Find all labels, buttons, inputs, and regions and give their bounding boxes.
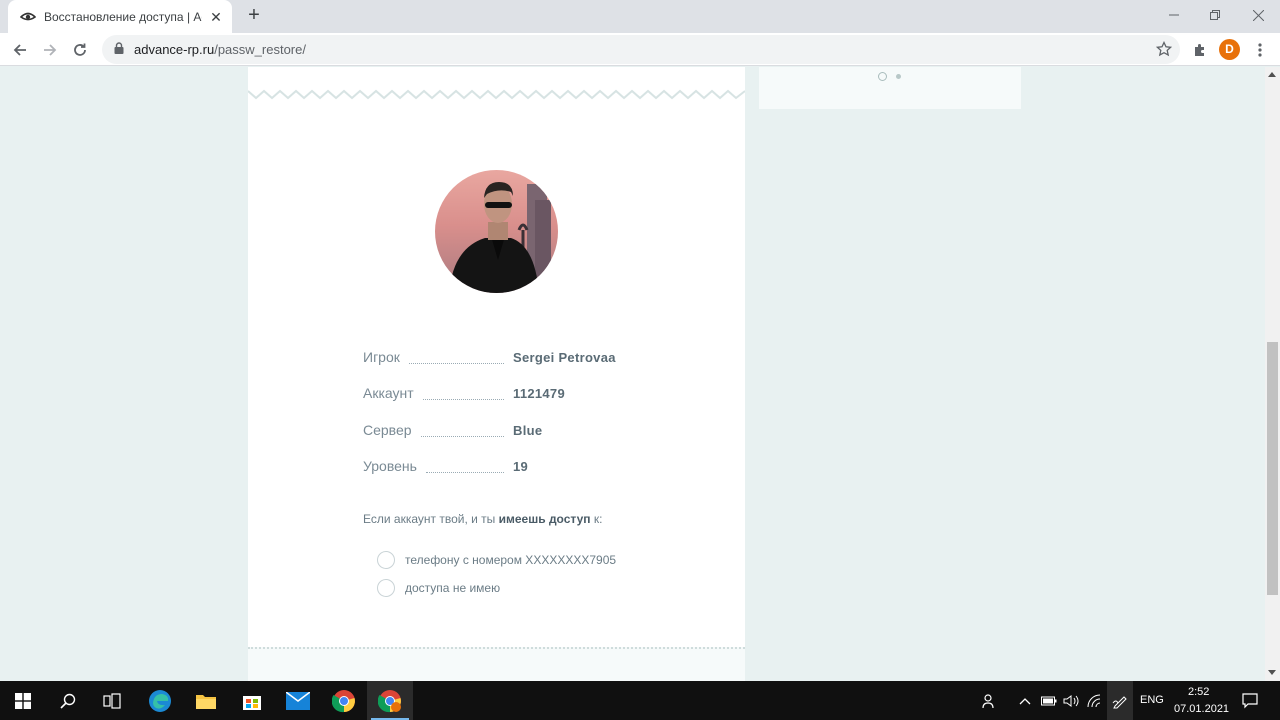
- clock-time[interactable]: 2:52: [1188, 686, 1209, 698]
- restore-window-icon[interactable]: [1193, 0, 1237, 30]
- windows-taskbar: ENG 2:52 07.01.2021: [0, 681, 1280, 720]
- option-phone-label: телефону с номером XXXXXXXX7905: [405, 553, 617, 567]
- microsoft-store-icon[interactable]: [229, 681, 275, 720]
- new-tab-button[interactable]: +: [242, 4, 266, 28]
- forward-arrow-icon[interactable]: [36, 36, 64, 64]
- scroll-up-arrow-icon[interactable]: [1268, 72, 1276, 77]
- chrome-profile-active-icon[interactable]: [367, 681, 413, 720]
- browser-tab[interactable]: Восстановление доступа | Advance ✕: [8, 0, 232, 33]
- search-icon[interactable]: [45, 681, 91, 720]
- server-value: Blue: [513, 423, 543, 438]
- back-arrow-icon[interactable]: [6, 36, 34, 64]
- page-scrollbar[interactable]: [1265, 67, 1280, 681]
- people-icon[interactable]: [970, 681, 1010, 720]
- player-value: Sergei Petrovaa: [513, 350, 616, 365]
- profile-avatar[interactable]: D: [1219, 39, 1240, 60]
- dotted-leader: [420, 436, 504, 437]
- account-label: Аккаунт: [363, 385, 414, 401]
- dotted-leader: [422, 399, 504, 400]
- url-host: advance-rp.ru: [134, 42, 215, 57]
- level-label: Уровень: [363, 458, 417, 474]
- minimize-window-icon[interactable]: [1152, 0, 1196, 30]
- carousel-dot[interactable]: [896, 74, 901, 79]
- recovery-question: Если аккаунт твой, и ты имеешь доступ к:: [363, 512, 602, 526]
- radio-no-access[interactable]: [377, 579, 395, 597]
- carousel-dot-active[interactable]: [878, 72, 887, 81]
- radio-phone[interactable]: [377, 551, 395, 569]
- zigzag-divider: [248, 67, 745, 103]
- url-text: advance-rp.ru/passw_restore/: [134, 42, 306, 57]
- chrome-icon[interactable]: [321, 681, 367, 720]
- restore-card: Игрок Sergei Petrovaa Аккаунт 1121479 Се…: [248, 67, 745, 681]
- language-indicator[interactable]: ENG: [1140, 694, 1164, 706]
- account-value: 1121479: [513, 386, 565, 401]
- page-viewport: Игрок Sergei Petrovaa Аккаунт 1121479 Се…: [0, 67, 1265, 681]
- side-panel: [759, 67, 1021, 109]
- windows-start-icon[interactable]: [0, 681, 46, 720]
- info-row-level: Уровень 19: [363, 454, 633, 474]
- close-window-icon[interactable]: [1236, 0, 1280, 30]
- info-row-account: Аккаунт 1121479: [363, 381, 633, 401]
- option-no-access[interactable]: доступа не имею: [377, 579, 500, 597]
- browser-tab-bar: Восстановление доступа | Advance ✕ +: [0, 0, 1280, 33]
- edge-browser-icon[interactable]: [137, 681, 183, 720]
- question-bold: имеешь доступ: [498, 512, 591, 526]
- task-view-icon[interactable]: [89, 681, 135, 720]
- address-bar[interactable]: advance-rp.ru/passw_restore/: [102, 35, 1180, 64]
- browser-menu-icon[interactable]: [1246, 36, 1274, 64]
- clock-date[interactable]: 07.01.2021: [1174, 703, 1229, 715]
- extensions-puzzle-icon[interactable]: [1186, 36, 1214, 64]
- battery-icon[interactable]: [1037, 681, 1061, 720]
- wifi-icon[interactable]: [1083, 681, 1107, 720]
- dotted-leader: [425, 472, 504, 473]
- info-row-server: Сервер Blue: [363, 418, 633, 438]
- reload-icon[interactable]: [66, 36, 94, 64]
- scroll-down-arrow-icon[interactable]: [1268, 670, 1276, 675]
- scrollbar-thumb[interactable]: [1267, 342, 1278, 595]
- url-path: /passw_restore/: [214, 42, 306, 57]
- option-no-access-label: доступа не имею: [405, 581, 501, 595]
- tab-close-icon[interactable]: ✕: [208, 9, 224, 25]
- bookmark-star-icon[interactable]: [1155, 40, 1173, 62]
- file-explorer-icon[interactable]: [183, 681, 229, 720]
- tab-title: Восстановление доступа | Advance: [44, 9, 202, 24]
- pen-ink-icon[interactable]: [1107, 681, 1133, 720]
- character-avatar: [435, 170, 558, 293]
- card-footer: [248, 647, 745, 681]
- option-phone[interactable]: телефону с номером XXXXXXXX7905: [377, 551, 616, 569]
- tray-chevron-up-icon[interactable]: [1012, 681, 1038, 720]
- player-label: Игрок: [363, 349, 400, 365]
- question-suffix: к:: [590, 512, 603, 526]
- info-row-player: Игрок Sergei Petrovaa: [363, 345, 633, 365]
- mail-icon[interactable]: [275, 681, 321, 720]
- site-favicon-icon: [20, 9, 36, 25]
- level-value: 19: [513, 459, 529, 474]
- browser-toolbar: advance-rp.ru/passw_restore/: [0, 33, 1280, 66]
- question-prefix: Если аккаунт твой, и ты: [363, 512, 499, 526]
- lock-icon: [114, 41, 124, 59]
- dotted-leader: [408, 363, 504, 364]
- server-label: Сервер: [363, 422, 412, 438]
- notifications-icon[interactable]: [1228, 681, 1272, 720]
- volume-icon[interactable]: [1059, 681, 1083, 720]
